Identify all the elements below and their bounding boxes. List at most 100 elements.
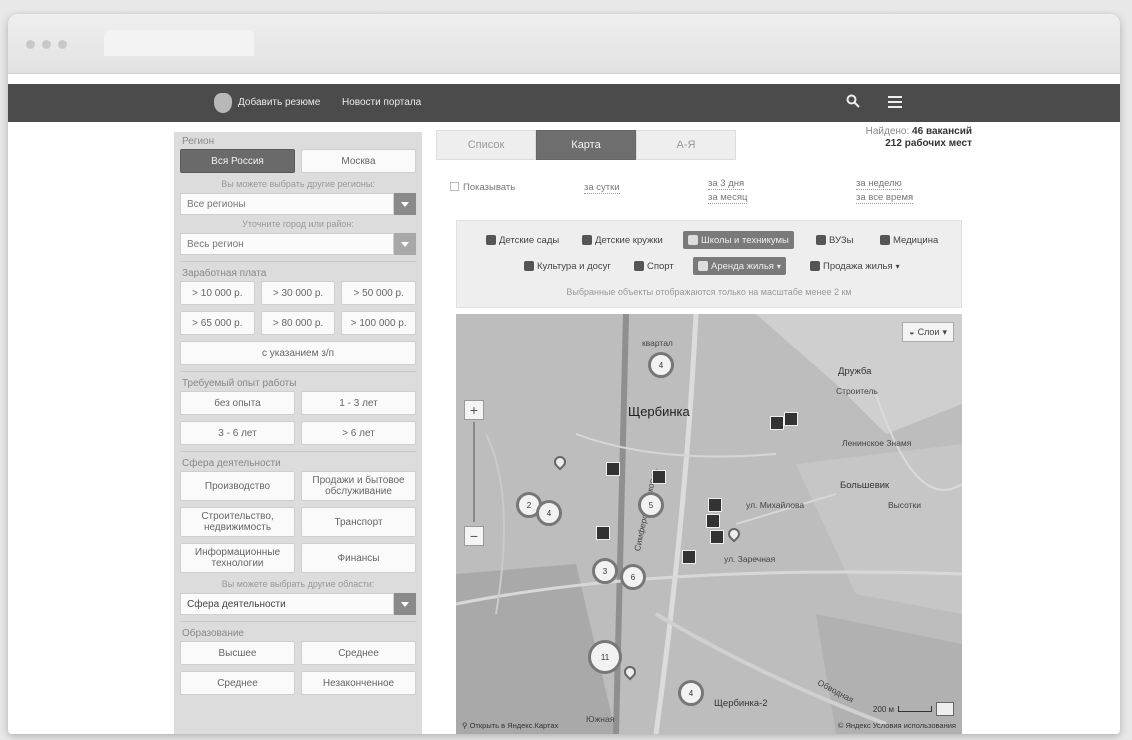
- category-medicine[interactable]: Медицина: [875, 231, 943, 249]
- map-cluster[interactable]: 4: [536, 500, 562, 526]
- category-sport[interactable]: Спорт: [629, 257, 679, 275]
- search-icon[interactable]: [846, 94, 860, 108]
- period-month[interactable]: за месяц: [708, 192, 748, 204]
- zoom-in-button[interactable]: +: [464, 400, 484, 420]
- map-layers-button[interactable]: ◒ Слои ▾: [902, 322, 954, 342]
- browser-titlebar: [8, 14, 1120, 74]
- close-window-dot[interactable]: [26, 40, 35, 49]
- map-marker-icon[interactable]: [606, 462, 620, 476]
- map-cluster[interactable]: 6: [620, 564, 646, 590]
- map-marker-icon[interactable]: [682, 550, 696, 564]
- rocket-icon: [486, 235, 496, 245]
- category-kindergartens[interactable]: Детские сады: [481, 231, 564, 249]
- minimize-window-dot[interactable]: [42, 40, 51, 49]
- education-option[interactable]: Среднее: [301, 641, 416, 665]
- education-option[interactable]: Высшее: [180, 641, 295, 665]
- period-all[interactable]: за все время: [856, 192, 914, 204]
- map-marker-icon[interactable]: [652, 470, 666, 484]
- caret-down-icon: ▾: [895, 261, 900, 271]
- portal-news-link[interactable]: Новости портала: [342, 97, 421, 108]
- chevron-down-icon[interactable]: [394, 193, 416, 215]
- regions-select[interactable]: Все регионы: [180, 193, 416, 215]
- chevron-down-icon[interactable]: [394, 593, 416, 615]
- regions-select-value[interactable]: Все регионы: [180, 193, 394, 215]
- show-checkbox[interactable]: [450, 182, 459, 191]
- district-select[interactable]: Весь регион: [180, 233, 416, 255]
- salary-option[interactable]: > 65 000 р.: [180, 311, 255, 335]
- experience-option[interactable]: 3 - 6 лет: [180, 421, 295, 445]
- sphere-label: Сфера деятельности: [182, 458, 281, 469]
- salary-option[interactable]: > 80 000 р.: [260, 311, 336, 335]
- sphere-option[interactable]: Информационные технологии: [180, 543, 295, 573]
- category-universities[interactable]: ВУЗы: [811, 231, 858, 249]
- zoom-slider[interactable]: [473, 422, 475, 522]
- salary-option[interactable]: > 30 000 р.: [260, 281, 336, 305]
- coat-of-arms-icon[interactable]: [214, 93, 232, 113]
- region-hint: Вы можете выбрать другие регионы:: [221, 179, 375, 189]
- region-label: Регион: [182, 136, 215, 147]
- graduation-cap-icon: [816, 235, 826, 245]
- maximize-window-dot[interactable]: [58, 40, 67, 49]
- map-marker-icon[interactable]: [706, 514, 720, 528]
- category-sale[interactable]: Продажа жилья ▾: [805, 257, 905, 275]
- sphere-option[interactable]: Транспорт: [301, 507, 416, 537]
- district-select-value[interactable]: Весь регион: [180, 233, 394, 255]
- open-in-yandex-link[interactable]: ⚲ Открыть в Яндекс.Картах: [462, 721, 558, 730]
- map-marker-icon[interactable]: [784, 412, 798, 426]
- salary-option[interactable]: > 50 000 р.: [341, 281, 417, 305]
- period-week[interactable]: за неделю: [856, 178, 902, 190]
- sphere-option[interactable]: Финансы: [301, 543, 416, 573]
- tab-list[interactable]: Список: [436, 130, 536, 160]
- zoom-out-button[interactable]: −: [464, 526, 484, 546]
- sphere-select[interactable]: Сфера деятельности: [180, 593, 416, 615]
- salary-option[interactable]: > 10 000 р.: [180, 281, 255, 305]
- caret-down-icon: ▾: [776, 261, 781, 271]
- category-schools[interactable]: Школы и техникумы: [683, 231, 794, 249]
- sphere-option[interactable]: Продажи и бытовое обслуживание: [301, 471, 416, 501]
- experience-option[interactable]: > 6 лет: [301, 421, 416, 445]
- sphere-option[interactable]: Производство: [180, 471, 295, 501]
- map-marker-icon[interactable]: [770, 416, 784, 430]
- map-cluster[interactable]: 5: [638, 492, 664, 518]
- education-option[interactable]: Незаконченное: [301, 671, 416, 695]
- show-checkbox-wrap[interactable]: Показывать: [450, 182, 515, 193]
- salary-option[interactable]: > 100 000 р.: [341, 311, 417, 335]
- vacancy-map[interactable]: квартал Щербинка Дружба Строитель Ленинс…: [456, 314, 962, 734]
- period-day[interactable]: за сутки: [584, 182, 620, 194]
- map-label-shcherbinka2: Щербинка-2: [714, 698, 768, 709]
- ruler-icon[interactable]: [936, 702, 954, 716]
- browser-tab[interactable]: [104, 30, 254, 56]
- period-3days[interactable]: за 3 дня: [708, 178, 745, 190]
- experience-label: Требуемый опыт работы: [182, 378, 297, 389]
- found-places: 212 рабочих мест: [885, 138, 972, 149]
- salary-specified-button[interactable]: с указанием з/п: [180, 341, 416, 365]
- map-marker-icon[interactable]: [710, 530, 724, 544]
- map-scale: 200 м: [873, 702, 954, 716]
- layers-label: Слои: [917, 327, 940, 337]
- region-all-russia-button[interactable]: Вся Россия: [180, 149, 295, 173]
- category-label: Медицина: [893, 234, 939, 246]
- map-label-street: ул. Заречная: [724, 554, 776, 564]
- sphere-option[interactable]: Строительство, недвижимость: [180, 507, 295, 537]
- ball-icon: [634, 261, 644, 271]
- map-cluster[interactable]: 11: [588, 640, 622, 674]
- add-resume-link[interactable]: Добавить резюме: [238, 97, 320, 108]
- education-option[interactable]: Среднее: [180, 671, 295, 695]
- menu-icon[interactable]: [888, 96, 902, 108]
- map-marker-icon[interactable]: [708, 498, 722, 512]
- map-cluster[interactable]: 4: [648, 352, 674, 378]
- sphere-select-value[interactable]: Сфера деятельности: [180, 593, 394, 615]
- category-culture[interactable]: Культура и досуг: [519, 257, 616, 275]
- yandex-terms-link[interactable]: © Яндекс Условия использования: [838, 721, 956, 730]
- map-marker-icon[interactable]: [596, 526, 610, 540]
- region-moscow-button[interactable]: Москва: [301, 149, 416, 173]
- tab-map[interactable]: Карта: [536, 130, 636, 160]
- tab-alphabet[interactable]: А-Я: [636, 130, 736, 160]
- experience-option[interactable]: 1 - 3 лет: [301, 391, 416, 415]
- experience-option[interactable]: без опыта: [180, 391, 295, 415]
- chevron-down-icon[interactable]: [394, 233, 416, 255]
- map-cluster[interactable]: 3: [592, 558, 618, 584]
- map-cluster[interactable]: 4: [678, 680, 704, 706]
- category-clubs[interactable]: Детские кружки: [577, 231, 668, 249]
- category-rent[interactable]: Аренда жилья ▾: [693, 257, 786, 275]
